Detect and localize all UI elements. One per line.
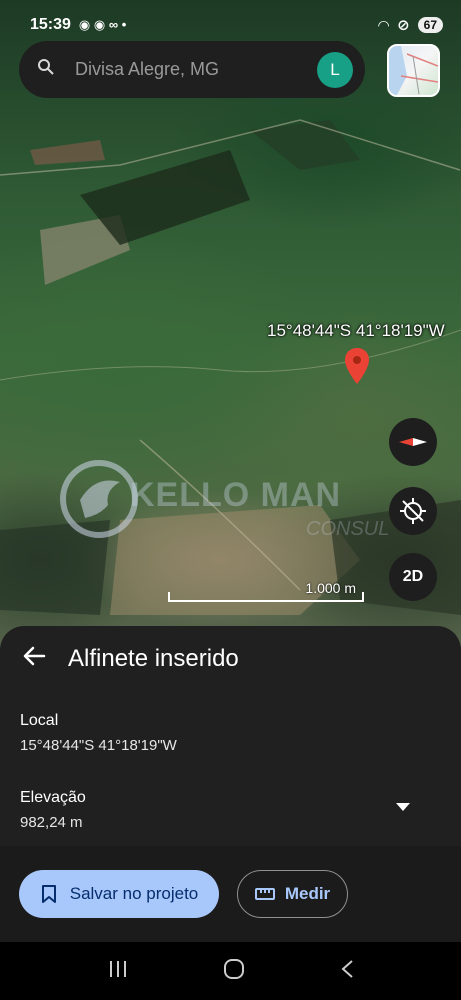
save-button-label: Salvar no projeto (69, 884, 199, 903)
save-to-project-button[interactable]: Salvar no projeto (19, 870, 219, 918)
scale-label: 1.000 m (305, 580, 356, 596)
dnd-icon: ⊘ (397, 17, 410, 34)
elevation-value: 982,24 m (20, 814, 83, 831)
elevation-label: Elevação (20, 789, 86, 806)
pin-coordinate-label: 15°48'44"S 41°18'19"W (267, 321, 445, 340)
measure-button-label: Medir (284, 884, 331, 903)
back-icon[interactable] (340, 959, 354, 984)
compass-icon (399, 438, 427, 446)
watermark-subtext: CONSUL (306, 518, 390, 540)
map-pin-icon[interactable] (345, 348, 369, 384)
sheet-header: Alfinete inserido (22, 644, 239, 673)
watermark-text: KELLO MAN (130, 476, 342, 514)
scale-bar: 1.000 m (168, 580, 364, 604)
ruler-icon (254, 888, 275, 900)
watermark-logo-icon (60, 460, 138, 538)
status-time: 15:39 (30, 16, 71, 33)
home-icon[interactable] (223, 958, 245, 985)
wifi-icon: ◠ (378, 16, 390, 33)
compass-button[interactable] (389, 418, 437, 466)
map-thumbnail-icon (389, 46, 438, 95)
location-value[interactable]: 15°48'44"S 41°18'19"W (20, 737, 177, 754)
earth-map[interactable]: 15:39 ◉ ◉ ∞ • ◠ ⊘ 67 Divisa Alegre, MG L… (0, 0, 461, 650)
recent-apps-icon[interactable] (108, 960, 128, 983)
search-icon[interactable] (37, 58, 55, 81)
map-layers-button[interactable] (387, 44, 440, 97)
expand-dropdown-icon[interactable] (396, 802, 410, 812)
sheet-title: Alfinete inserido (68, 644, 239, 672)
search-input[interactable]: Divisa Alegre, MG (75, 59, 317, 80)
measure-button[interactable]: Medir (237, 870, 348, 918)
search-bar[interactable]: Divisa Alegre, MG L (19, 41, 365, 98)
back-arrow-icon[interactable] (22, 644, 46, 673)
location-button[interactable] (389, 487, 437, 535)
location-label: Local (20, 712, 59, 729)
bookmark-icon (41, 885, 56, 903)
tilt-2d-button[interactable]: 2D (389, 553, 437, 601)
battery-indicator: 67 (417, 17, 443, 33)
notification-icons: ◉ ◉ ∞ • (78, 17, 127, 32)
location-off-icon (400, 498, 426, 524)
system-nav-bar (0, 942, 461, 1000)
avatar[interactable]: L (317, 51, 353, 88)
